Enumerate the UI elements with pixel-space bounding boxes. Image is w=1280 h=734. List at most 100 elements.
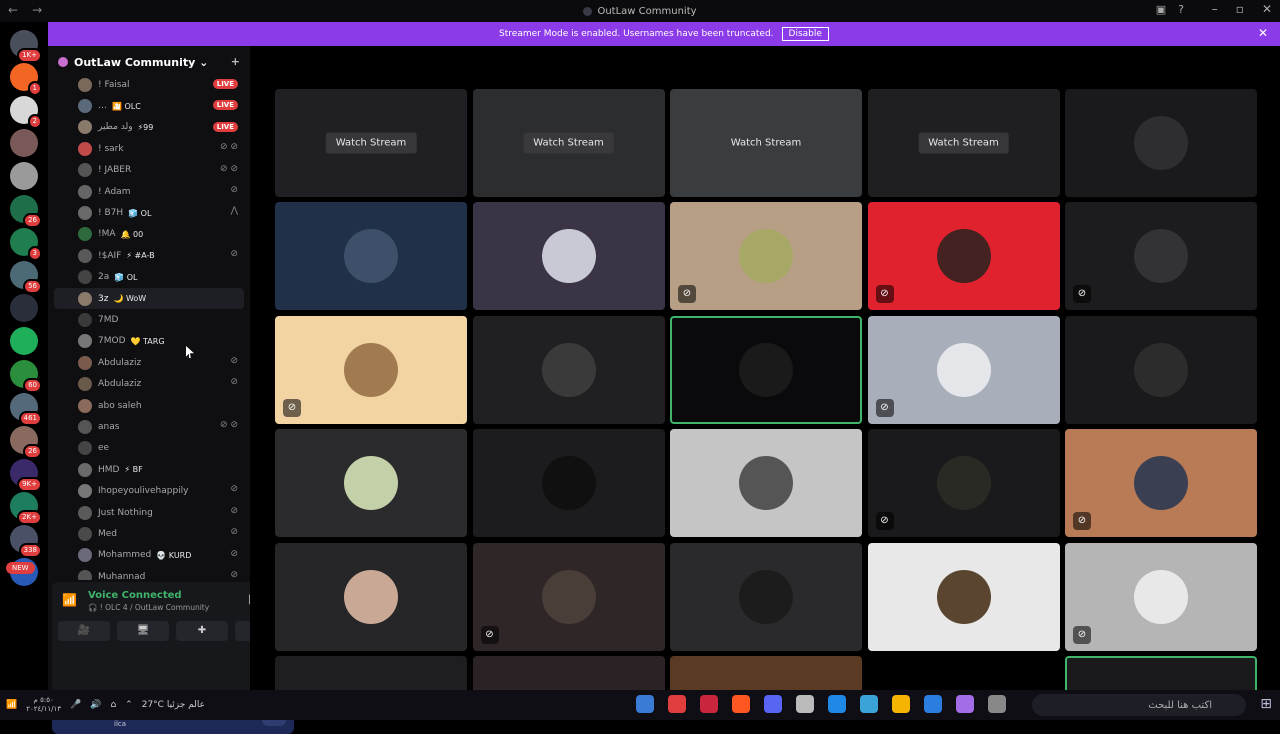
participant-tile[interactable]: ⊘ bbox=[867, 202, 1060, 311]
weather-widget[interactable]: 27°C عالم جزئيا bbox=[142, 700, 205, 710]
participant-tile[interactable]: ⊘ bbox=[472, 542, 665, 651]
taskbar-app-icon[interactable] bbox=[988, 695, 1006, 713]
network-icon[interactable]: ⌂ bbox=[110, 700, 116, 710]
participant-tile[interactable] bbox=[867, 542, 1060, 651]
taskbar-app-icon[interactable] bbox=[828, 695, 846, 713]
activities-button[interactable]: ✚ bbox=[176, 621, 228, 641]
wifi-icon[interactable]: 📶 bbox=[6, 700, 17, 710]
server-icon[interactable] bbox=[10, 129, 38, 157]
watch-stream-button[interactable]: Watch Stream bbox=[918, 132, 1009, 154]
add-member-icon[interactable]: + bbox=[231, 55, 240, 68]
taskbar-app-icon[interactable] bbox=[924, 695, 942, 713]
participant-tile[interactable]: ⊘ bbox=[670, 202, 862, 311]
participant-tile[interactable] bbox=[867, 656, 1060, 690]
stream-tile[interactable]: Watch Stream bbox=[867, 89, 1060, 197]
member-row[interactable]: 7MOD 💛 TARG bbox=[48, 331, 250, 352]
participant-tile[interactable] bbox=[670, 542, 862, 651]
participant-tile[interactable] bbox=[1065, 89, 1257, 197]
member-row[interactable]: ! Faisal LIVE bbox=[48, 74, 250, 95]
server-icon[interactable] bbox=[10, 327, 38, 355]
member-row[interactable]: ولد مطير ⚡99 LIVE bbox=[48, 117, 250, 138]
maximize-icon[interactable]: ▫ bbox=[1236, 2, 1244, 16]
taskbar-app-icon[interactable] bbox=[668, 695, 686, 713]
taskbar-app-icon[interactable] bbox=[700, 695, 718, 713]
taskbar-app-icon[interactable] bbox=[860, 695, 878, 713]
watch-stream-button[interactable]: Watch Stream bbox=[523, 132, 614, 154]
member-row[interactable]: 3z 🌙 WoW bbox=[54, 287, 244, 310]
help-icon[interactable]: ? bbox=[1178, 3, 1184, 16]
taskbar-app-icon[interactable] bbox=[732, 695, 750, 713]
member-row[interactable]: Med ⊘ bbox=[48, 523, 250, 544]
forward-arrow-icon[interactable]: → bbox=[32, 3, 42, 17]
participant-tile[interactable] bbox=[472, 429, 665, 538]
back-arrow-icon[interactable]: ← bbox=[8, 3, 18, 17]
voice-channel-path[interactable]: 🎧 ! OLC 4 / OutLaw Community bbox=[88, 603, 209, 612]
member-row[interactable]: Ihopeyoulivehappily ⊘ bbox=[48, 480, 250, 501]
server-icon[interactable]: 26 bbox=[10, 195, 42, 228]
member-row[interactable]: Mohammed 💀 KURD ⊘ bbox=[48, 545, 250, 566]
stream-tile[interactable]: Watch Stream bbox=[472, 89, 665, 197]
member-row[interactable]: ! JABER ⊘ ⊘ bbox=[48, 160, 250, 181]
minimize-icon[interactable]: – bbox=[1212, 2, 1218, 16]
server-icon[interactable]: 3 bbox=[10, 228, 42, 261]
participant-tile[interactable] bbox=[275, 542, 467, 651]
banner-close-icon[interactable]: ✕ bbox=[1258, 26, 1268, 40]
member-row[interactable]: Abdulaziz ⊘ bbox=[48, 373, 250, 394]
member-row[interactable]: ! Adam ⊘ bbox=[48, 181, 250, 202]
server-icon[interactable]: 60 bbox=[10, 360, 42, 393]
server-icon[interactable]: 461 bbox=[10, 393, 42, 426]
stream-tile[interactable]: Watch Stream bbox=[275, 89, 467, 197]
mic-tray-icon[interactable]: 🎤 bbox=[70, 700, 81, 710]
member-row[interactable]: !$AIF ⚡ #A-B ⊘ bbox=[48, 245, 250, 266]
member-row[interactable]: 7MD bbox=[48, 309, 250, 330]
inbox-icon[interactable]: ▣ bbox=[1156, 3, 1166, 16]
participant-tile[interactable]: ⊘ bbox=[867, 429, 1060, 538]
taskbar-app-icon[interactable] bbox=[796, 695, 814, 713]
member-row[interactable]: HMD ⚡ BF bbox=[48, 459, 250, 480]
taskbar-app-icon[interactable] bbox=[764, 695, 782, 713]
server-icon[interactable]: 26 bbox=[10, 426, 42, 459]
watch-stream-button[interactable]: Watch Stream bbox=[325, 132, 417, 154]
disable-button[interactable]: Disable bbox=[781, 27, 829, 41]
participant-tile[interactable] bbox=[1065, 315, 1257, 424]
participant-tile[interactable]: ⊘ bbox=[1065, 202, 1257, 311]
member-row[interactable]: … 🎦 OLC LIVE bbox=[48, 95, 250, 116]
camera-button[interactable]: 🎥 bbox=[58, 621, 110, 641]
server-icon[interactable]: 56 bbox=[10, 261, 42, 294]
participant-tile[interactable] bbox=[472, 202, 665, 311]
member-row[interactable]: ! sark ⊘ ⊘ bbox=[48, 138, 250, 159]
member-row[interactable]: 2a 🧊 OL bbox=[48, 267, 250, 288]
participant-tile[interactable] bbox=[275, 202, 467, 311]
server-icon[interactable]: 2K+ bbox=[10, 492, 42, 525]
participant-tile[interactable] bbox=[472, 656, 665, 690]
stream-tile[interactable]: Watch Stream bbox=[670, 89, 862, 197]
signal-icon[interactable]: 📶 bbox=[62, 593, 77, 607]
participant-tile[interactable] bbox=[670, 315, 862, 424]
server-icon[interactable]: 9K+ bbox=[10, 459, 42, 492]
watch-stream-button[interactable]: Watch Stream bbox=[720, 132, 812, 154]
member-row[interactable]: !MA 🔔 00 bbox=[48, 224, 250, 245]
server-icon[interactable] bbox=[10, 294, 38, 322]
server-icon[interactable] bbox=[10, 162, 38, 190]
member-row[interactable]: abo saleh bbox=[48, 395, 250, 416]
participant-tile[interactable] bbox=[1065, 656, 1257, 690]
tray-expand-icon[interactable]: ⌃ bbox=[125, 700, 133, 710]
windows-start-icon[interactable]: ⊞ bbox=[1260, 696, 1272, 712]
server-icon[interactable]: 1K+ bbox=[10, 30, 42, 63]
member-row[interactable]: Muhannad ⊘ bbox=[48, 566, 250, 580]
member-row[interactable]: ee bbox=[48, 438, 250, 459]
participant-tile[interactable] bbox=[670, 656, 862, 690]
server-icon[interactable]: 2 bbox=[10, 96, 42, 129]
member-row[interactable]: Just Nothing ⊘ bbox=[48, 502, 250, 523]
screen-share-button[interactable]: 🖥 bbox=[117, 621, 169, 641]
participant-tile[interactable] bbox=[670, 429, 862, 538]
participant-tile[interactable] bbox=[275, 656, 467, 690]
volume-icon[interactable]: 🔊 bbox=[90, 700, 101, 710]
member-row[interactable]: Abdulaziz ⊘ bbox=[48, 352, 250, 373]
participant-tile[interactable] bbox=[275, 429, 467, 538]
taskbar-search[interactable]: اكتب هنا للبحث bbox=[1032, 694, 1246, 716]
participant-tile[interactable]: ⊘ bbox=[867, 315, 1060, 424]
participant-tile[interactable]: ⊘ bbox=[1065, 542, 1257, 651]
server-name[interactable]: OutLaw Community ⌄ bbox=[74, 56, 208, 69]
close-icon[interactable]: ✕ bbox=[1262, 2, 1272, 16]
